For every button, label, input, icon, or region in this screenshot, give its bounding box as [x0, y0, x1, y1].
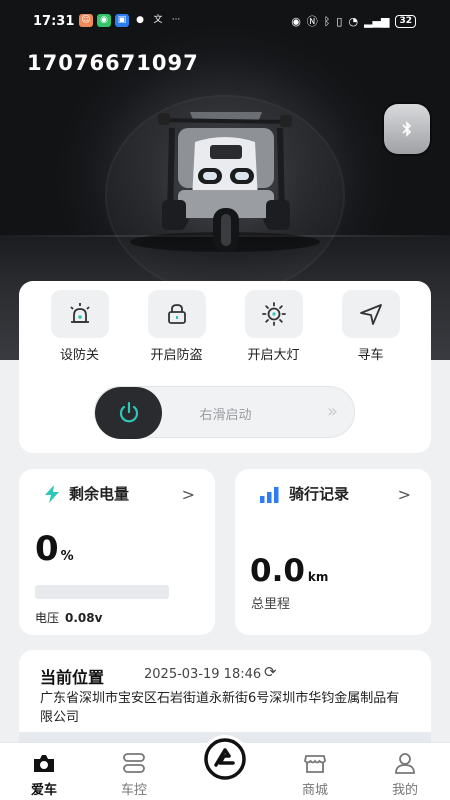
location-address: 广东省深圳市宝安区石岩街道永新街6号深圳市华钧金属制品有限公司 — [40, 691, 400, 725]
controls-icon — [123, 753, 145, 773]
voltage-readout: 电压 0.08v — [35, 609, 102, 626]
tab-label: 我的 — [391, 783, 418, 798]
location-title: 当前位置 — [40, 668, 105, 687]
anti-theft-button[interactable]: 开启防盗 — [128, 290, 225, 363]
refresh-icon[interactable]: ⟳ — [264, 663, 277, 681]
chevron-right-icon[interactable]: > — [182, 485, 195, 504]
wifi-icon: ◔ — [348, 14, 359, 28]
person-icon — [395, 753, 415, 774]
tab-vehicle-control[interactable]: 车控 — [99, 751, 169, 798]
action-icon-box — [50, 290, 109, 338]
tab-label: 爱车 — [30, 783, 57, 798]
battery-percent-value: 0 — [35, 529, 59, 569]
status-time: 17:31 — [33, 14, 75, 29]
store-icon — [304, 755, 326, 773]
alarm-siren-icon — [69, 303, 90, 323]
ride-card-header: 骑行记录 — [259, 483, 349, 504]
action-label: 开启防盗 — [150, 348, 203, 363]
camera-home-icon — [34, 755, 54, 772]
tab-label: 车控 — [120, 783, 147, 798]
sun-light-icon — [261, 302, 286, 326]
mileage-label: 总里程 — [251, 597, 291, 612]
tab-label: 商城 — [301, 783, 328, 798]
app-notification-icon: ☺ — [79, 14, 93, 27]
chat-icon: ● — [136, 15, 144, 25]
ride-record-card[interactable]: 骑行记录 > 0.0 km 总里程 — [235, 469, 431, 635]
tab-brand-home[interactable] — [201, 735, 249, 783]
battery-level-bar — [35, 585, 169, 599]
battery-percentage: 0% — [35, 529, 74, 569]
tab-profile[interactable]: 我的 — [370, 751, 440, 798]
voltage-label: 电压 — [35, 611, 60, 625]
translate-icon: 文 — [153, 15, 163, 25]
lightning-icon — [45, 484, 59, 503]
total-mileage: 0.0 km — [250, 553, 328, 589]
signal-icon: ▂▄▆ — [364, 14, 390, 28]
eye-icon: ◉ — [291, 14, 301, 28]
more-icon: ··· — [171, 15, 181, 25]
tab-my-vehicle[interactable]: 爱车 — [9, 751, 79, 798]
headlight-button[interactable]: 开启大灯 — [225, 290, 322, 363]
brand-logo-icon — [204, 738, 246, 780]
battery-card[interactable]: 剩余电量 > 0% 电压 0.08v — [19, 469, 215, 635]
lock-icon — [167, 304, 186, 324]
battery-card-header: 剩余电量 — [43, 483, 129, 504]
battery-indicator: 32 — [395, 14, 416, 28]
action-icon-box — [341, 290, 400, 338]
nfc-icon: Ⓝ — [306, 15, 318, 28]
bottom-tab-bar: 爱车 车控 商城 我的 — [0, 735, 450, 800]
status-bar: 17:31 ☺ ◉ ▣ ● 文 ··· ◉ Ⓝ ᛒ ▯ ◔ ▂▄▆ 32 — [0, 0, 450, 42]
slide-to-start[interactable]: 右滑启动 » — [94, 386, 355, 439]
action-icon-box — [244, 290, 303, 338]
navigation-arrow-icon — [359, 304, 382, 325]
chevron-right-icon[interactable]: > — [398, 485, 411, 504]
bluetooth-connect-button[interactable] — [384, 104, 430, 154]
bluetooth-icon — [402, 121, 412, 137]
app-notification-icon: ◉ — [97, 14, 111, 27]
location-timestamp: 2025-03-19 18:46 — [144, 667, 262, 682]
quick-actions: 设防关 开启防盗 开启大灯 寻车 — [19, 290, 431, 363]
action-label: 设防关 — [59, 348, 99, 363]
quick-control-panel: 设防关 开启防盗 开启大灯 寻车 右滑启动 » — [19, 281, 431, 453]
ride-card-title: 骑行记录 — [289, 485, 350, 503]
start-slider-knob[interactable] — [95, 387, 162, 439]
notification-icons: ☺ ◉ ▣ ● 文 ··· — [79, 14, 183, 27]
bar-chart-icon — [260, 486, 279, 503]
tab-store[interactable]: 商城 — [280, 751, 350, 798]
double-chevron-right-icon: » — [326, 401, 338, 422]
vibrate-icon: ▯ — [336, 14, 343, 28]
action-label: 寻车 — [357, 348, 384, 363]
account-phone-number: 17076671097 — [27, 51, 199, 75]
bluetooth-icon: ᛒ — [323, 14, 331, 28]
mileage-value: 0.0 — [250, 553, 305, 589]
battery-card-title: 剩余电量 — [69, 485, 130, 503]
system-icons: ◉ Ⓝ ᛒ ▯ ◔ ▂▄▆ 32 — [291, 13, 416, 29]
power-icon — [119, 401, 138, 423]
action-label: 开启大灯 — [247, 348, 300, 363]
mileage-unit: km — [307, 570, 329, 584]
action-icon-box — [147, 290, 206, 338]
arm-alarm-button[interactable]: 设防关 — [31, 290, 128, 363]
find-vehicle-button[interactable]: 寻车 — [322, 290, 419, 363]
voltage-value: 0.08v — [65, 611, 103, 625]
app-notification-icon: ▣ — [115, 14, 129, 27]
battery-percent-unit: % — [60, 549, 74, 564]
